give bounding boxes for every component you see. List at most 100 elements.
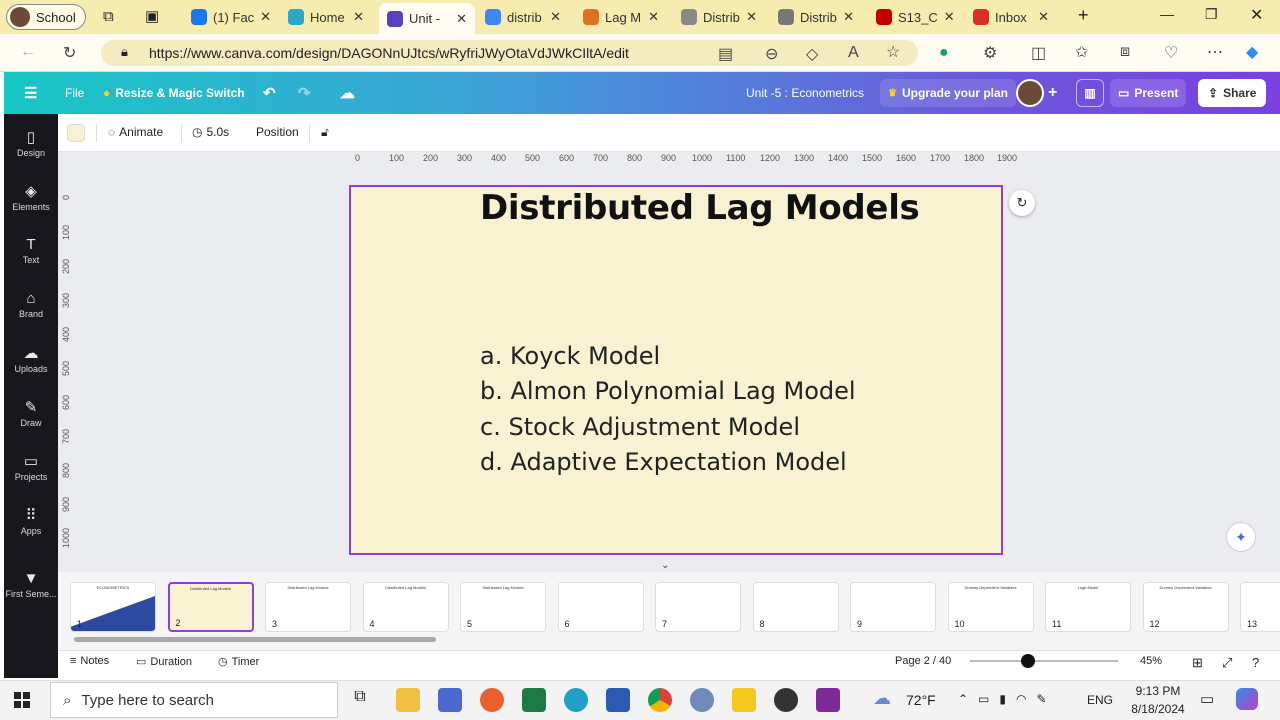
hamburger-icon[interactable]: ☰ xyxy=(24,79,37,107)
url-field[interactable]: 🔒︎ https://www.canva.com/design/DAGONnUJ… xyxy=(101,40,918,66)
excel-icon[interactable] xyxy=(522,688,546,712)
weather-temp[interactable]: 72°F xyxy=(906,692,936,708)
sidebar-item-first-seme[interactable]: ▼ First Seme... xyxy=(4,570,58,599)
collaborator-avatar[interactable] xyxy=(1016,79,1044,107)
duration-button[interactable]: ◷ 5.0s xyxy=(192,125,229,139)
file-explorer-icon[interactable] xyxy=(396,688,420,712)
zoom-level[interactable]: 45% xyxy=(1140,655,1162,667)
sidebar-item-uploads[interactable]: ☁ Uploads xyxy=(4,344,58,374)
taskbar-search[interactable]: ⌕ Type here to search xyxy=(50,682,338,718)
grid-view-icon[interactable]: ⊞ xyxy=(1192,655,1203,671)
close-window-icon[interactable]: ✕ xyxy=(1250,5,1263,25)
magic-assistant-icon[interactable]: ✦ xyxy=(1226,522,1256,552)
more-icon[interactable]: ⋯ xyxy=(1207,42,1223,62)
add-collaborator-button[interactable]: + xyxy=(1048,79,1057,107)
onenote-icon[interactable] xyxy=(816,688,840,712)
close-tab-icon[interactable]: ✕ xyxy=(1038,9,1049,25)
timer-button[interactable]: ◷ Timer xyxy=(218,655,259,669)
edge-icon[interactable] xyxy=(564,688,588,712)
undo-icon[interactable]: ↶ xyxy=(263,79,276,107)
present-button[interactable]: ▭ Present xyxy=(1110,79,1187,107)
chevron-down-icon[interactable]: ⌄ xyxy=(661,560,669,571)
sidebar-item-text[interactable]: T Text xyxy=(4,236,58,265)
browser-tab[interactable]: Unit - ✕ xyxy=(379,3,475,34)
position-button[interactable]: Position xyxy=(256,125,299,139)
close-tab-icon[interactable]: ✕ xyxy=(746,9,757,25)
close-tab-icon[interactable]: ✕ xyxy=(550,9,561,25)
zoom-slider[interactable] xyxy=(970,660,1118,662)
tray-icons[interactable]: ⌃▭▮◠✎ xyxy=(958,692,1057,706)
browser-tab[interactable]: Distrib ✕ xyxy=(770,4,862,30)
obs-icon[interactable] xyxy=(774,688,798,712)
fullscreen-icon[interactable]: ⤢ xyxy=(1222,655,1232,671)
new-tab-icon[interactable]: + xyxy=(1078,5,1089,26)
page-thumbnail[interactable]: Logit Model 11 xyxy=(1045,582,1131,632)
close-tab-icon[interactable]: ✕ xyxy=(843,9,854,25)
zoom-slider-handle[interactable] xyxy=(1021,654,1035,668)
design-title[interactable]: Unit -5 : Econometrics xyxy=(746,79,864,107)
page-thumbnail[interactable]: Dummy Dependent Variables 12 xyxy=(1142,582,1229,632)
clock-date[interactable]: 8/18/2024 xyxy=(1124,702,1192,716)
chrome-icon[interactable] xyxy=(648,688,672,712)
close-tab-icon[interactable]: ✕ xyxy=(353,9,364,25)
browser-tab[interactable]: Home ✕ xyxy=(280,4,372,30)
notes-button[interactable]: ≡ Notes xyxy=(70,655,109,667)
tag-icon[interactable]: ◇ xyxy=(806,44,818,64)
sidebar-item-projects[interactable]: ▭ Projects xyxy=(4,452,58,482)
page-thumbnail[interactable]: Distributed Lag Models 2 xyxy=(167,582,254,632)
favorite-icon[interactable]: ☆ xyxy=(886,42,900,62)
close-tab-icon[interactable]: ✕ xyxy=(648,9,659,25)
refresh-icon[interactable]: ↻ xyxy=(63,43,76,63)
browser-tab[interactable]: S13_C ✕ xyxy=(868,4,960,30)
copilot-taskbar-icon[interactable] xyxy=(1236,688,1258,710)
page-thumbnail[interactable]: Distributed Lag Models 4 xyxy=(362,582,449,632)
copilot-icon[interactable]: ◆ xyxy=(1246,42,1258,62)
redo-icon[interactable]: ↷ xyxy=(298,79,311,107)
grammarly-icon[interactable]: ● xyxy=(939,44,949,62)
sidebar-item-apps[interactable]: ⠿ Apps xyxy=(4,506,58,536)
browser-tab[interactable]: Lag M ✕ xyxy=(575,4,667,30)
firefox-icon[interactable] xyxy=(480,688,504,712)
extensions-icon[interactable]: ⚙ xyxy=(983,43,997,63)
slide-title[interactable]: Distributed Lag Models xyxy=(480,188,920,228)
restore-icon[interactable]: ❐ xyxy=(1205,6,1218,23)
sidebar-item-elements[interactable]: ◈ Elements xyxy=(4,182,58,212)
back-icon[interactable]: ← xyxy=(20,43,36,61)
close-tab-icon[interactable]: ✕ xyxy=(456,11,467,27)
weather-icon[interactable]: ☁ xyxy=(873,688,891,709)
minimize-icon[interactable]: — xyxy=(1160,6,1174,22)
share-button[interactable]: ⇪ Share xyxy=(1198,79,1267,107)
animate-button[interactable]: ◌ Animate xyxy=(108,125,163,139)
upgrade-plan-button[interactable]: ♛ Upgrade your plan xyxy=(880,79,1016,107)
page-thumbnail[interactable]: Distributed Lag Models 5 xyxy=(460,582,546,632)
insights-icon[interactable]: ▥ xyxy=(1076,79,1104,107)
app-available-icon[interactable]: ▤ xyxy=(718,44,733,64)
slide-list-item[interactable]: c. Stock Adjustment Model xyxy=(480,413,800,441)
workspaces-icon[interactable]: ⧉ xyxy=(103,8,114,25)
browser-tab[interactable]: Distrib ✕ xyxy=(673,4,765,30)
browser-tab[interactable]: (1) Fac ✕ xyxy=(183,4,275,30)
close-tab-icon[interactable]: ✕ xyxy=(260,9,271,25)
task-view-icon[interactable]: ⧉ xyxy=(348,688,372,712)
help-icon[interactable]: ? xyxy=(1252,655,1259,670)
browser-tab[interactable]: Inbox ✕ xyxy=(965,4,1057,30)
page-thumbnail[interactable]: 9 xyxy=(850,582,936,632)
language-indicator[interactable]: ENG xyxy=(1087,693,1113,707)
r-icon[interactable] xyxy=(690,688,714,712)
page-thumbnail[interactable]: 8 xyxy=(752,582,839,632)
page-thumbnail[interactable]: Distributed Lag Models 3 xyxy=(265,582,351,632)
notifications-icon[interactable]: ▭ xyxy=(1200,690,1214,708)
page-indicator[interactable]: Page 2 / 40 xyxy=(895,655,951,667)
pages-scrollbar[interactable] xyxy=(74,637,436,642)
rotate-handle-icon[interactable]: ↻ xyxy=(1009,190,1035,216)
background-color-swatch[interactable] xyxy=(67,124,85,142)
browser-tab[interactable]: distrib ✕ xyxy=(477,4,569,30)
sidebar-item-brand[interactable]: ⌂ Brand xyxy=(4,290,58,319)
page-thumbnail[interactable]: 7 xyxy=(655,582,741,632)
close-tab-icon[interactable]: ✕ xyxy=(944,9,955,25)
tab-actions-icon[interactable]: ▣ xyxy=(145,7,159,25)
cloud-saved-icon[interactable]: ☁ xyxy=(340,79,355,107)
sidebar-item-design[interactable]: ▯ Design xyxy=(4,128,58,158)
favorites-bar-icon[interactable]: ✩ xyxy=(1075,42,1088,62)
slide-list-item[interactable]: a. Koyck Model xyxy=(480,342,660,370)
